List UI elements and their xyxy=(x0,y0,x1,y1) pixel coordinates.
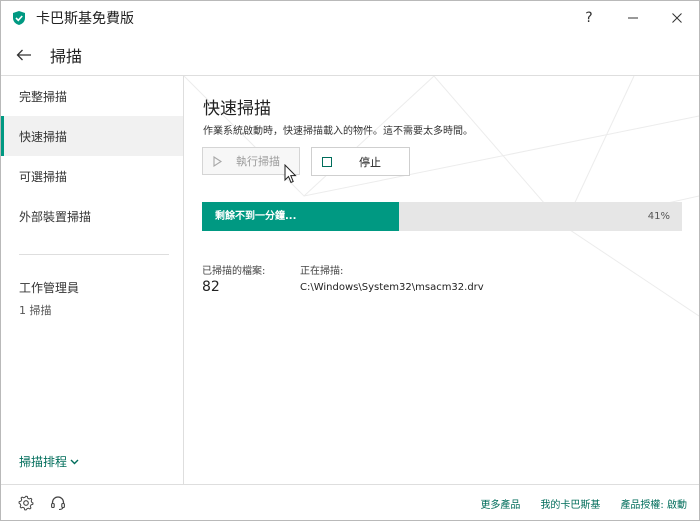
more-products-link[interactable]: 更多產品 xyxy=(480,496,520,511)
main-panel: 快速掃描 作業系統啟動時，快速掃描載入的物件。這不需要太多時間。 執行掃描 停止… xyxy=(184,76,699,484)
sidebar-item-label: 可選掃描 xyxy=(19,169,68,184)
app-window: 卡巴斯基免費版 ? 掃描 完整掃描 快速掃描 可選掃描 外部裝置掃描 工作管理員… xyxy=(0,0,700,521)
task-manager-title: 工作管理員 xyxy=(19,281,80,295)
progress-remaining-text: 剩餘不到一分鐘... xyxy=(215,211,297,222)
scanned-files-label: 已掃描的檔案: xyxy=(202,266,266,277)
mouse-cursor-icon xyxy=(284,164,297,184)
stop-icon xyxy=(322,156,332,167)
scan-schedule-link[interactable]: 掃描排程 xyxy=(19,453,79,470)
close-button[interactable] xyxy=(655,1,699,35)
stop-label: 停止 xyxy=(359,155,381,169)
sidebar: 完整掃描 快速掃描 可選掃描 外部裝置掃描 工作管理員 1 掃描 掃描排程 xyxy=(1,76,184,484)
stop-button[interactable]: 停止 xyxy=(311,147,410,176)
play-icon xyxy=(213,155,222,167)
page-header: 掃描 xyxy=(1,35,699,76)
sidebar-item-full-scan[interactable]: 完整掃描 xyxy=(1,76,183,116)
sidebar-item-selective-scan[interactable]: 可選掃描 xyxy=(1,156,183,196)
back-button[interactable] xyxy=(14,45,34,65)
sidebar-item-label: 快速掃描 xyxy=(19,129,68,144)
arrow-left-icon xyxy=(16,49,31,61)
sidebar-divider xyxy=(19,254,169,255)
task-manager-count: 1 掃描 xyxy=(19,304,52,317)
sidebar-item-label: 外部裝置掃描 xyxy=(19,209,92,224)
scanning-path: C:\Windows\System32\msacm32.drv xyxy=(300,282,484,293)
headset-icon xyxy=(51,496,65,511)
scan-schedule-label: 掃描排程 xyxy=(19,455,68,469)
scanning-label: 正在掃描: xyxy=(300,266,344,277)
support-button[interactable] xyxy=(49,494,67,512)
minimize-button[interactable] xyxy=(611,1,655,35)
run-scan-label: 執行掃描 xyxy=(236,155,280,168)
scan-description: 作業系統啟動時，快速掃描載入的物件。這不需要太多時間。 xyxy=(203,126,473,137)
app-title: 卡巴斯基免費版 xyxy=(36,11,134,27)
title-bar: 卡巴斯基免費版 ? xyxy=(1,1,699,35)
background-pattern xyxy=(184,76,699,317)
settings-button[interactable] xyxy=(17,494,35,512)
progress-percent: 41% xyxy=(647,211,670,222)
sidebar-item-quick-scan[interactable]: 快速掃描 xyxy=(1,116,183,156)
footer: 更多產品 我的卡巴斯基 產品授權: 啟動 xyxy=(1,484,699,520)
sidebar-item-label: 完整掃描 xyxy=(19,89,68,104)
sidebar-item-external-device-scan[interactable]: 外部裝置掃描 xyxy=(1,196,183,236)
license-link[interactable]: 產品授權: 啟動 xyxy=(620,496,687,511)
window-controls: ? xyxy=(567,1,699,35)
minimize-icon xyxy=(628,17,638,19)
my-kaspersky-link[interactable]: 我的卡巴斯基 xyxy=(540,496,600,511)
scan-progress-bar: 剩餘不到一分鐘... 41% xyxy=(202,202,682,231)
task-manager-link[interactable]: 工作管理員 1 掃描 xyxy=(1,279,183,318)
gear-icon xyxy=(18,495,34,511)
scanned-files-count: 82 xyxy=(202,279,220,295)
help-button[interactable]: ? xyxy=(567,1,611,35)
chevron-down-icon xyxy=(70,459,79,464)
scan-title: 快速掃描 xyxy=(203,99,271,119)
shield-check-icon xyxy=(13,11,25,25)
close-icon xyxy=(672,13,682,23)
page-title: 掃描 xyxy=(50,47,83,66)
footer-links: 更多產品 我的卡巴斯基 產品授權: 啟動 xyxy=(460,485,687,520)
